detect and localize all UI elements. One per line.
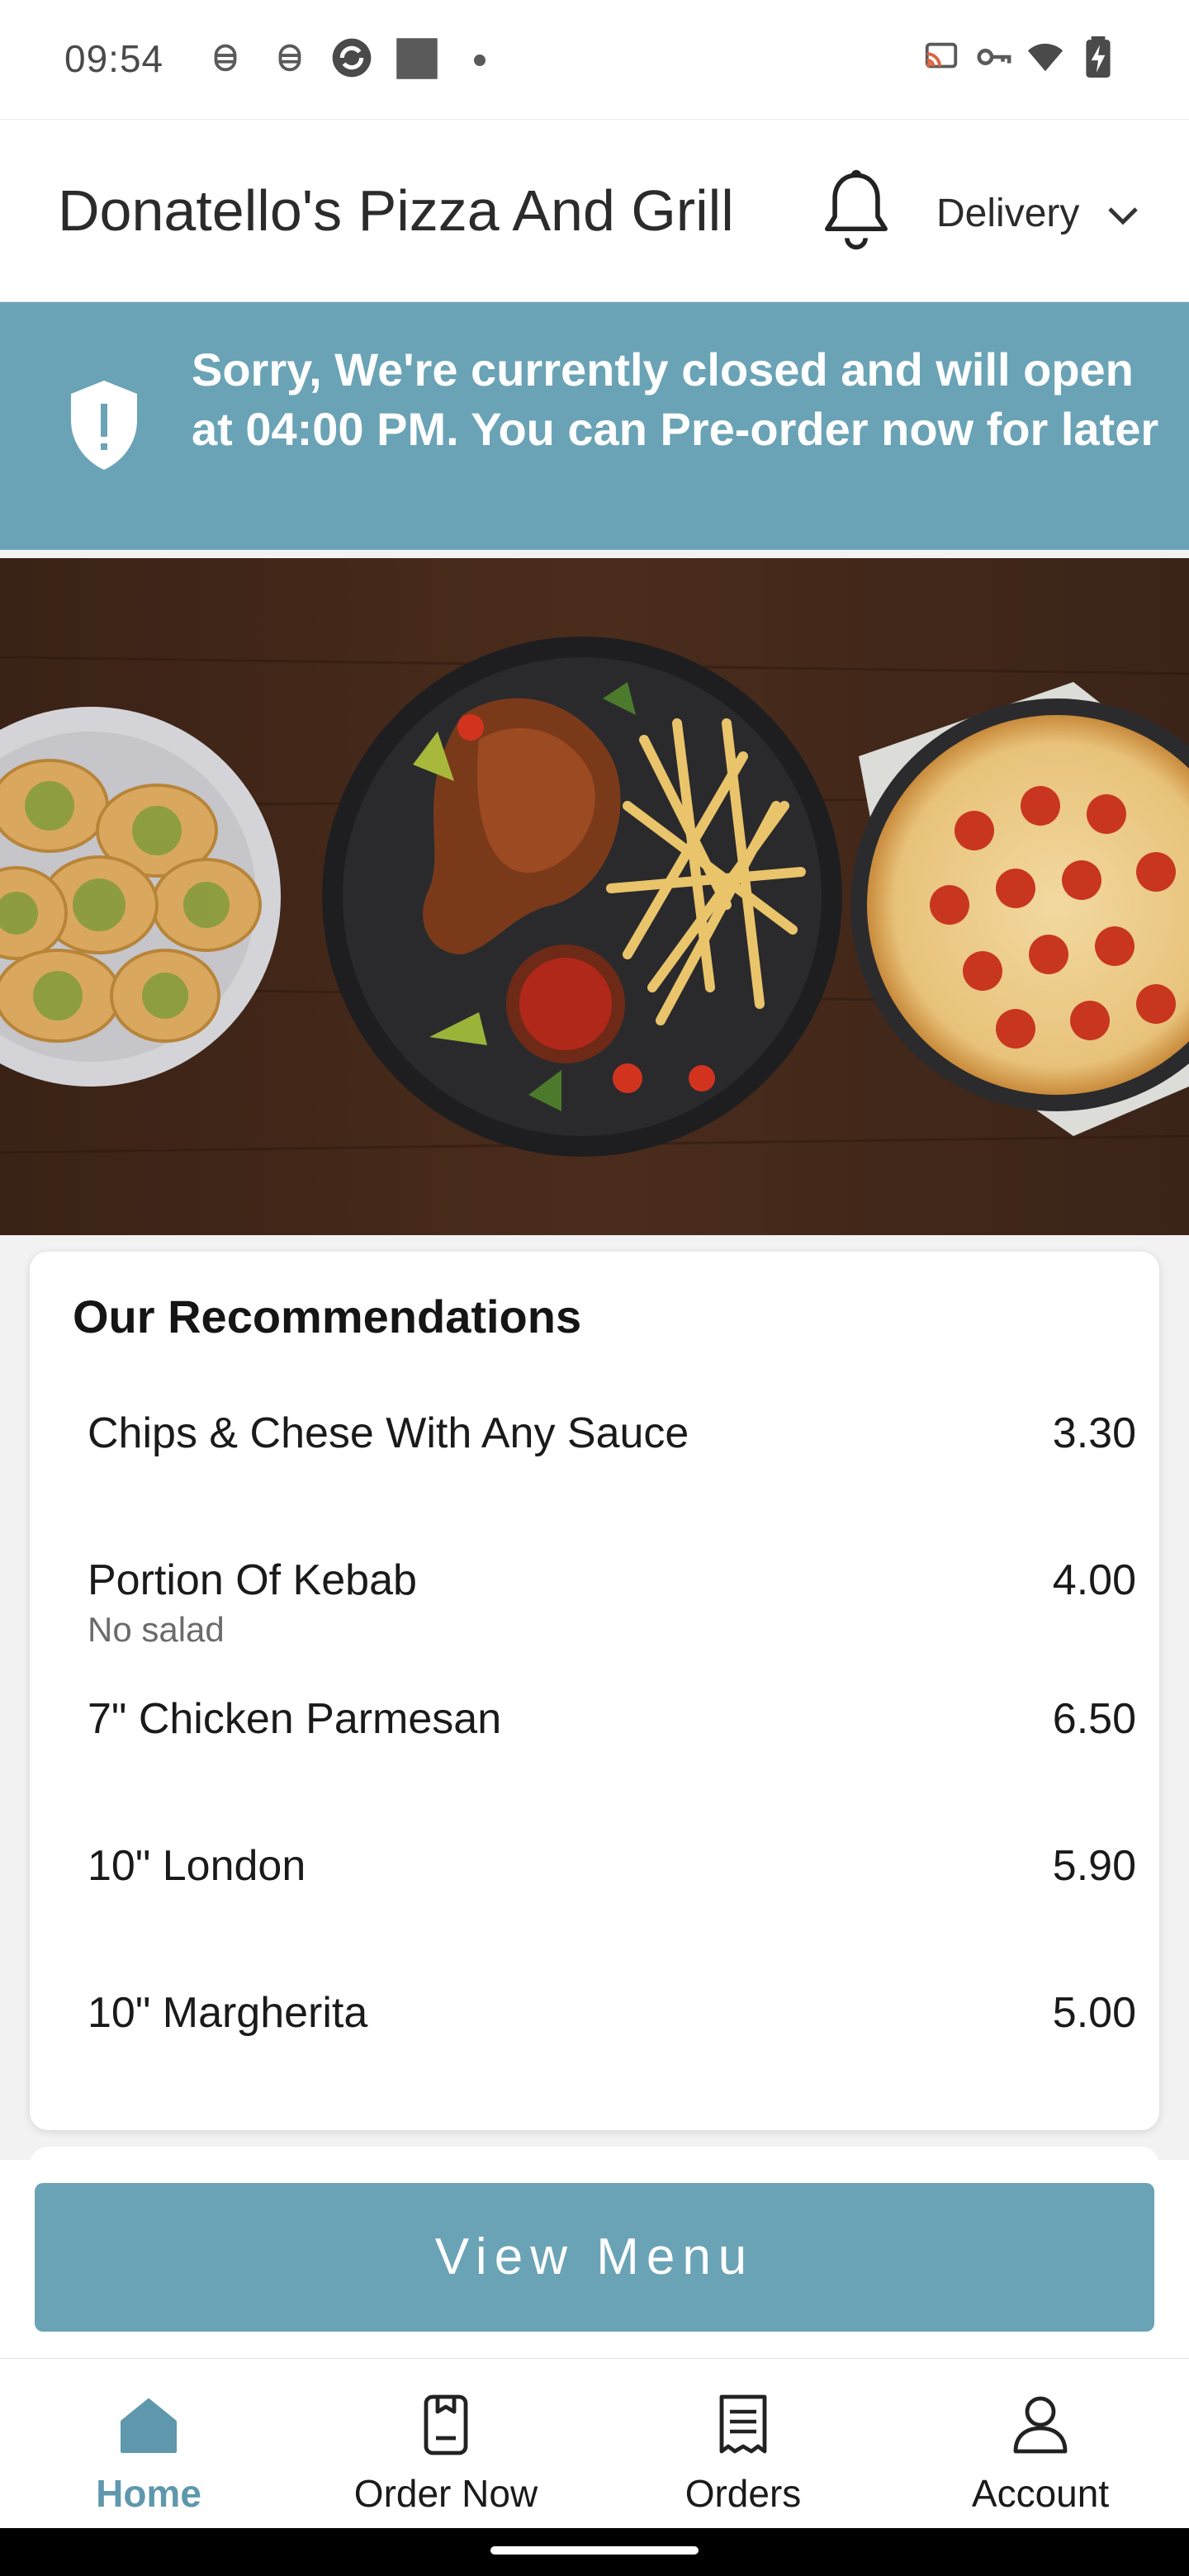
closed-notice-text: Sorry, We're currently closed and will o… [192,343,1159,455]
bottom-nav: Home Order Now Orders Account [0,2358,1189,2528]
recommendation-item[interactable]: 10" Margherita 5.00 [88,1988,1136,2095]
wifi-icon [1027,43,1063,72]
item-price: 6.50 [1052,1695,1136,1743]
item-name: 10" Margherita [88,1989,368,2037]
recommendation-item[interactable]: Portion Of Kebab No salad 4.00 [88,1556,1136,1663]
nav-item-order-now[interactable]: Order Now [297,2359,594,2529]
receipt-icon [719,2394,767,2454]
order-now-icon [424,2394,468,2455]
item-name: 7" Chicken Parmesan [88,1695,502,1743]
item-subtitle: No salad [88,1610,225,1649]
item-price: 3.30 [1052,1409,1136,1457]
bell-icon[interactable] [819,169,893,252]
food-photo [0,558,1189,1235]
gesture-handle[interactable] [490,2546,699,2555]
debug-icon [214,44,237,72]
dot-icon [474,54,486,66]
system-gesture-bar [0,2528,1189,2576]
item-price: 4.00 [1052,1556,1136,1604]
recommendation-item[interactable]: Chips & Chese With Any Sauce 3.30 [88,1409,1136,1516]
user-icon [1013,2396,1068,2454]
store-name: Donatello's Pizza And Grill [58,178,734,243]
nav-label-order-now: Order Now [353,2472,538,2515]
hero-food-image [0,558,1189,1235]
home-icon [121,2398,177,2453]
item-name: Portion Of Kebab [88,1556,417,1604]
item-name: Chips & Chese With Any Sauce [88,1409,689,1457]
recommendation-item[interactable]: 10" London 5.90 [88,1841,1136,1949]
recommendations-card: Our Recommendations Chips & Chese With A… [30,1252,1159,2130]
debug-icon [278,44,301,72]
nav-item-home[interactable]: Home [0,2359,297,2529]
view-menu-button[interactable]: View Menu [35,2183,1154,2332]
status-time: 09:54 [64,37,164,80]
nav-label-home: Home [96,2472,201,2515]
closed-notice-banner: Sorry, We're currently closed and will o… [0,302,1189,550]
square-icon [396,38,438,79]
app-header: Donatello's Pizza And Grill Delivery [0,119,1189,302]
vpn-key-icon [977,49,1011,65]
nav-label-orders: Orders [685,2472,802,2515]
battery-charging-icon [1086,36,1111,78]
item-price: 5.90 [1052,1842,1136,1890]
recommendation-item[interactable]: 7" Chicken Parmesan 6.50 [88,1694,1136,1802]
recommendations-title: Our Recommendations [73,1290,582,1342]
nav-item-orders[interactable]: Orders [594,2359,892,2529]
sync-icon [332,38,372,78]
order-mode-select[interactable]: Delivery [936,191,1079,236]
item-price: 5.00 [1052,1989,1136,2037]
nav-item-account[interactable]: Account [892,2359,1189,2529]
nav-label-account: Account [971,2472,1110,2515]
cast-icon [925,42,958,69]
status-bar: 09:54 [0,0,1189,119]
chevron-down-icon[interactable] [1106,202,1139,229]
view-menu-container: View Menu [0,2160,1189,2358]
item-name: 10" London [88,1842,306,1890]
shield-alert-icon [71,381,137,470]
